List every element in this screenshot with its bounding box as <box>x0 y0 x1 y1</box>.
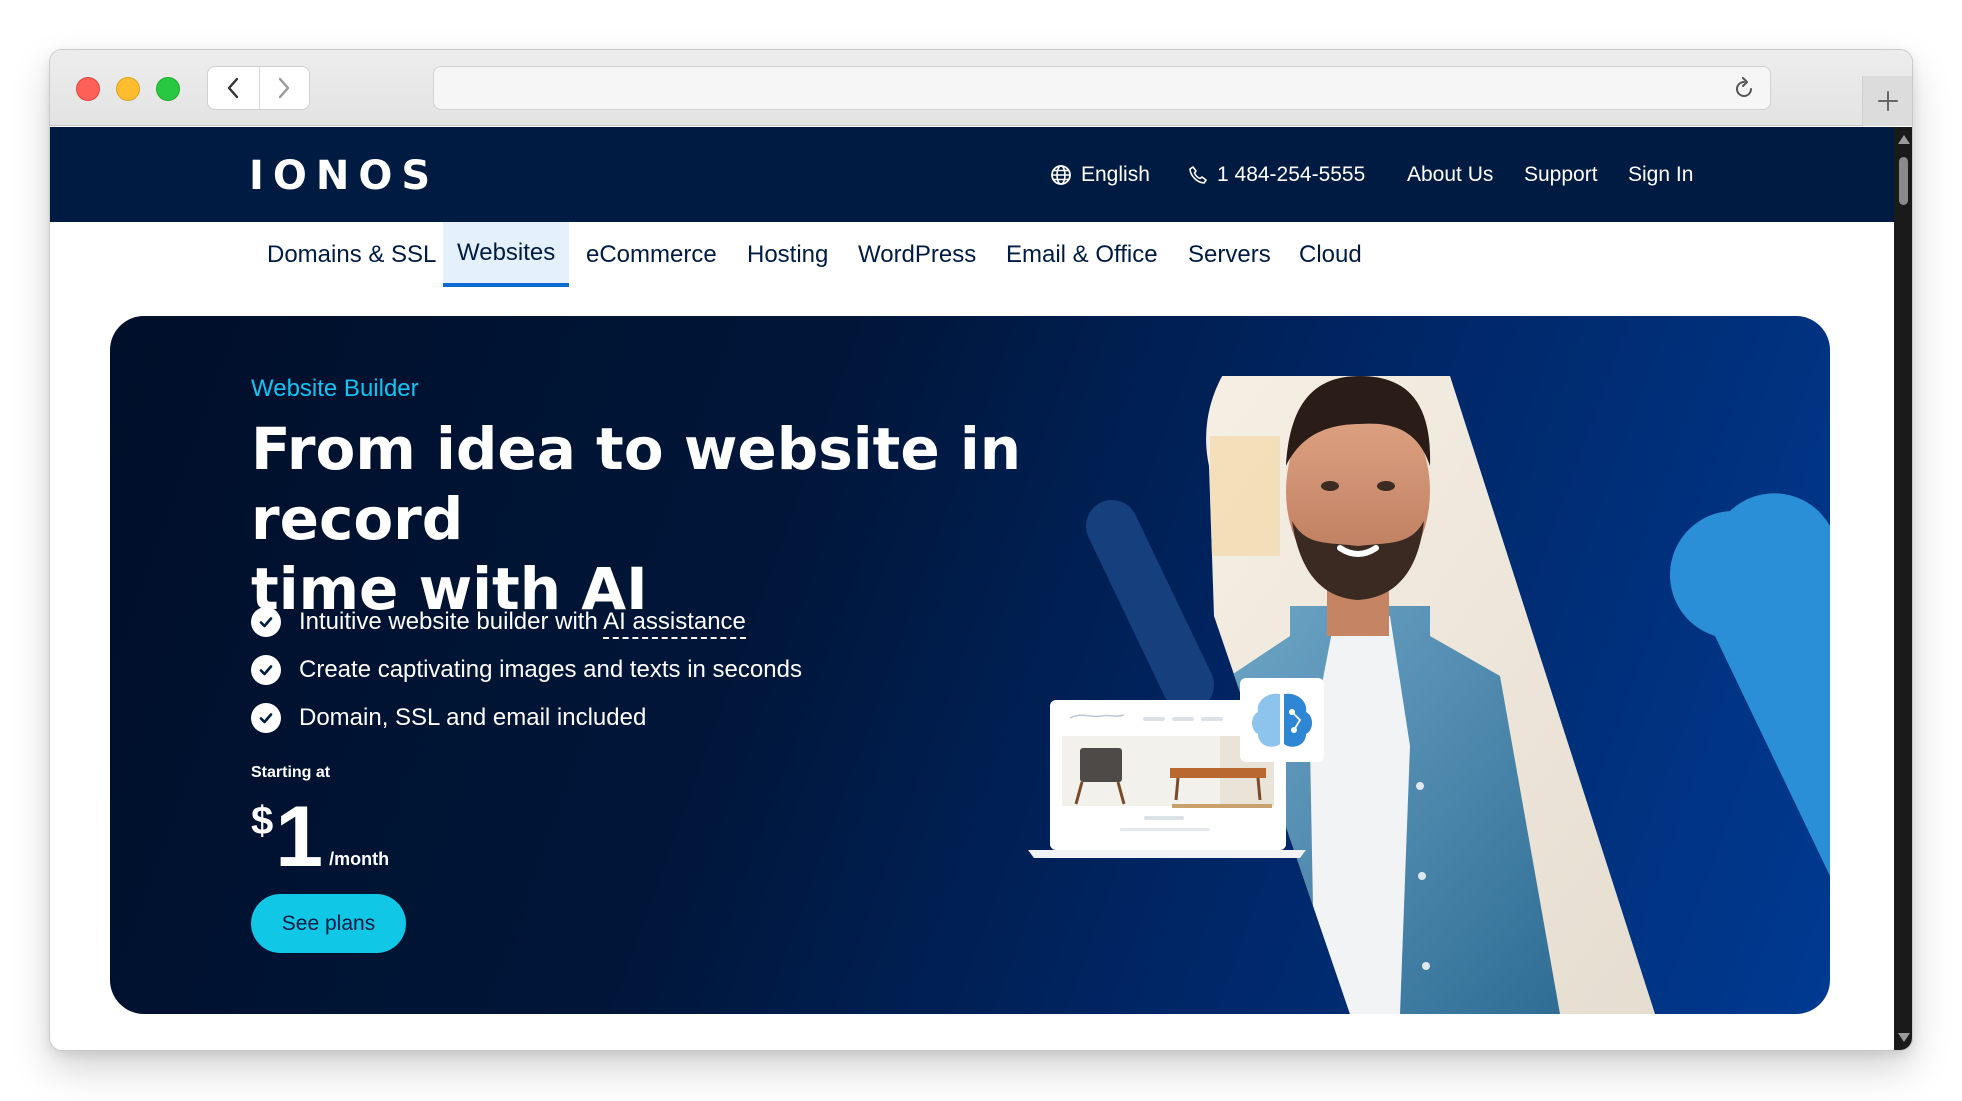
globe-icon <box>1051 164 1071 185</box>
feature-text: Intuitive website builder with AI assist… <box>299 608 746 639</box>
language-selector[interactable]: English <box>1050 127 1150 222</box>
about-us-link[interactable]: About Us <box>1407 127 1493 222</box>
new-tab-plus-icon <box>1877 91 1898 111</box>
ai-assistance-link[interactable]: AI assistance <box>603 608 746 639</box>
page-viewport: IONOS English 1 484-254-5555 About Us Su… <box>50 127 1912 1050</box>
feature-list: Intuitive website builder with AI assist… <box>251 598 802 742</box>
nav-item-email-office[interactable]: Email & Office <box>992 222 1172 287</box>
site-header: IONOS English 1 484-254-5555 About Us Su… <box>50 127 1894 222</box>
feature-text: Create captivating images and texts in s… <box>299 656 802 683</box>
scroll-up-arrow-icon[interactable] <box>1898 135 1910 144</box>
sign-in-label: Sign In <box>1628 162 1694 186</box>
nav-item-websites[interactable]: Websites <box>443 222 570 287</box>
phone-number: 1 484-254-5555 <box>1217 162 1366 186</box>
back-button[interactable] <box>208 67 259 109</box>
see-plans-button[interactable]: See plans <box>251 894 406 953</box>
feature-item: Intuitive website builder with AI assist… <box>251 598 802 646</box>
check-circle-icon <box>251 703 281 733</box>
nav-item-servers[interactable]: Servers <box>1174 222 1285 287</box>
browser-window: IONOS English 1 484-254-5555 About Us Su… <box>50 50 1912 1050</box>
main-navigation: Domains & SSL Websites eCommerce Hosting… <box>50 222 1894 297</box>
nav-item-ecommerce[interactable]: eCommerce <box>572 222 731 287</box>
hero-headline-line-1: From idea to website in record <box>251 415 1022 553</box>
nav-item-cloud[interactable]: Cloud <box>1285 222 1376 287</box>
language-label: English <box>1081 162 1150 186</box>
hero-eyebrow: Website Builder <box>251 375 419 402</box>
forward-arrow-icon <box>279 77 290 99</box>
price-period: /month <box>329 849 390 869</box>
back-arrow-icon <box>228 77 239 99</box>
phone-link[interactable]: 1 484-254-5555 <box>1188 127 1365 222</box>
phone-icon <box>1189 165 1207 184</box>
sign-in-link[interactable]: Sign In <box>1628 127 1693 222</box>
price-amount: 1 <box>275 789 324 885</box>
starting-at-label: Starting at <box>251 764 331 781</box>
reload-icon[interactable] <box>1732 77 1756 101</box>
scrollbar[interactable] <box>1894 127 1912 1050</box>
feature-text: Domain, SSL and email included <box>299 704 647 731</box>
address-bar[interactable] <box>433 66 1771 110</box>
feature-item: Create captivating images and texts in s… <box>251 646 802 694</box>
support-label: Support <box>1524 162 1598 186</box>
price-currency: $ <box>251 799 274 843</box>
nav-item-hosting[interactable]: Hosting <box>733 222 842 287</box>
about-us-label: About Us <box>1407 162 1494 186</box>
check-circle-icon <box>251 607 281 637</box>
new-tab-button[interactable] <box>1862 76 1912 126</box>
close-window-button[interactable] <box>76 77 100 101</box>
ai-brain-icon <box>1240 678 1324 762</box>
scroll-down-arrow-icon[interactable] <box>1898 1033 1910 1042</box>
forward-button[interactable] <box>258 67 310 109</box>
hero-headline: From idea to website in record time with… <box>251 414 1151 624</box>
check-circle-icon <box>251 655 281 685</box>
zoom-window-button[interactable] <box>156 77 180 101</box>
minimize-window-button[interactable] <box>116 77 140 101</box>
scroll-thumb[interactable] <box>1899 157 1908 205</box>
nav-item-domains-ssl[interactable]: Domains & SSL <box>253 222 450 287</box>
hero-banner: Website Builder From idea to website in … <box>110 316 1830 1014</box>
ionos-logo[interactable]: IONOS <box>249 153 439 199</box>
browser-toolbar <box>50 50 1912 126</box>
price: $ 1 /month <box>251 794 389 880</box>
deco-shape-right <box>1669 493 1830 876</box>
feature-text-prefix: Intuitive website builder with <box>299 608 604 635</box>
nav-item-wordpress[interactable]: WordPress <box>844 222 990 287</box>
history-buttons <box>207 66 310 110</box>
feature-item: Domain, SSL and email included <box>251 694 802 742</box>
support-link[interactable]: Support <box>1524 127 1598 222</box>
